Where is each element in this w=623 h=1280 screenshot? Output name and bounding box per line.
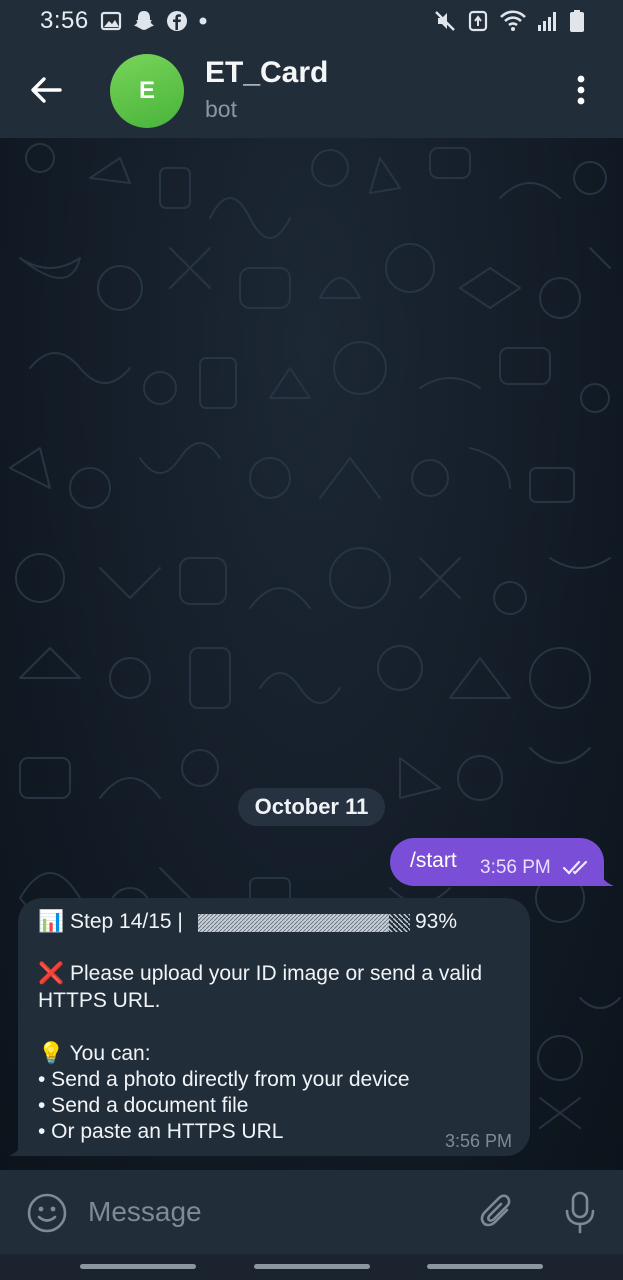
incoming-message-time: 3:56 PM (444, 1131, 512, 1151)
bullet-item: • Send a photo directly from your device (38, 1068, 410, 1091)
data-saver-icon (468, 10, 488, 32)
chat-title[interactable]: ET_Card (205, 56, 328, 90)
system-navigation-bar (0, 1254, 623, 1280)
bullet-item: • Or paste an HTTPS URL (38, 1120, 284, 1143)
double-check-icon (562, 860, 588, 875)
microphone-icon[interactable] (562, 1190, 598, 1236)
nav-home-button[interactable] (254, 1264, 370, 1269)
signal-icon (538, 12, 556, 31)
outgoing-message-bubble[interactable]: /start 3:56 PM (390, 838, 604, 886)
back-arrow-icon[interactable] (28, 72, 64, 108)
message-input[interactable] (88, 1192, 448, 1232)
incoming-message-bubble[interactable]: 📊 Step 14/15 | 93% ❌ Please upload your … (18, 898, 530, 1156)
outgoing-message-text: /start (410, 849, 457, 872)
dot-icon (199, 17, 207, 25)
more-options-icon[interactable] (569, 72, 593, 108)
chat-subtitle: bot (205, 96, 237, 122)
snapchat-icon (134, 11, 154, 30)
nav-back-button[interactable] (427, 1264, 543, 1269)
mute-icon (435, 11, 455, 31)
nav-recents-button[interactable] (80, 1264, 196, 1269)
progress-fill (198, 914, 389, 932)
date-chip: October 11 (238, 788, 385, 826)
battery-icon (570, 10, 584, 32)
avatar[interactable]: E (110, 54, 184, 128)
avatar-letter: E (138, 77, 155, 104)
message-composer (0, 1170, 623, 1254)
outgoing-bubble-tail (596, 868, 614, 886)
error-line: ❌ Please upload your ID image or send a … (38, 962, 483, 985)
status-system-icons (433, 9, 585, 33)
chat-header: E ET_Card bot (0, 42, 623, 138)
error-line-continued: HTTPS URL. (38, 989, 161, 1012)
gallery-icon (100, 11, 122, 31)
emoji-icon[interactable] (26, 1192, 68, 1234)
facebook-icon (167, 11, 187, 31)
chat-area[interactable]: October 11 /start 3:56 PM 📊 Step 14/15 | (0, 138, 623, 1170)
paperclip-icon[interactable] (478, 1192, 518, 1232)
progress-percent: 93% (415, 910, 458, 933)
tip-line: 💡 You can: (38, 1042, 151, 1065)
status-time: 3:56 (40, 7, 89, 34)
progress-bar (198, 914, 410, 932)
incoming-bubble-tail (9, 1139, 25, 1156)
status-bar: 3:56 (0, 0, 623, 42)
wifi-icon (500, 10, 526, 31)
bullet-item: • Send a document file (38, 1094, 249, 1117)
status-notification-icons (100, 9, 208, 33)
progress-remaining (389, 914, 410, 932)
outgoing-message-time: 3:56 PM (480, 857, 551, 878)
step-line: 📊 Step 14/15 | (38, 910, 183, 933)
